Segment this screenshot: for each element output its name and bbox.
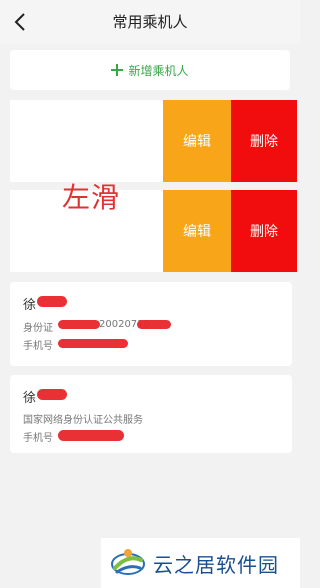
redaction-mark — [58, 320, 100, 329]
passenger-card[interactable]: 徐 国家网络身份认证公共服务 手机号 — [10, 375, 292, 453]
redaction-mark — [37, 296, 67, 307]
redaction-mark — [137, 320, 171, 329]
site-watermark: 云之居软件园 — [101, 538, 300, 588]
page-title: 常用乘机人 — [112, 13, 188, 31]
edit-button[interactable]: 编辑 — [163, 100, 231, 182]
redaction-mark — [58, 430, 124, 441]
add-passenger-label: 新增乘机人 — [128, 63, 189, 78]
watermark-logo-icon — [111, 549, 145, 575]
row-content — [10, 100, 163, 182]
phone-label: 手机号 — [23, 433, 53, 444]
delete-button-label: 删除 — [250, 134, 278, 150]
passenger-name: 徐 — [23, 298, 37, 313]
passenger-row-swiped[interactable]: 编辑 删除 — [10, 190, 297, 272]
edit-button-label: 编辑 — [183, 224, 211, 240]
add-passenger-button[interactable]: 新增乘机人 — [10, 50, 290, 90]
passenger-row-swiped[interactable]: 编辑 删除 — [10, 100, 297, 182]
edit-button-label: 编辑 — [183, 134, 211, 150]
back-arrow-icon[interactable] — [10, 10, 32, 34]
watermark-text: 云之居软件园 — [153, 552, 279, 577]
redaction-mark — [58, 339, 128, 348]
delete-button[interactable]: 删除 — [231, 100, 297, 182]
delete-button[interactable]: 删除 — [231, 190, 297, 272]
swipe-left-annotation: 左滑 — [62, 181, 121, 214]
phone-label: 手机号 — [23, 341, 53, 352]
passenger-card[interactable]: 徐 身份证 20020710 手机号 — [10, 282, 292, 366]
id-label: 国家网络身份认证公共服务 — [23, 415, 143, 426]
redaction-mark — [37, 389, 67, 400]
plus-icon — [111, 64, 124, 76]
passenger-name: 徐 — [23, 391, 37, 406]
id-label: 身份证 — [23, 323, 53, 334]
delete-button-label: 删除 — [250, 224, 278, 240]
edit-button[interactable]: 编辑 — [163, 190, 231, 272]
